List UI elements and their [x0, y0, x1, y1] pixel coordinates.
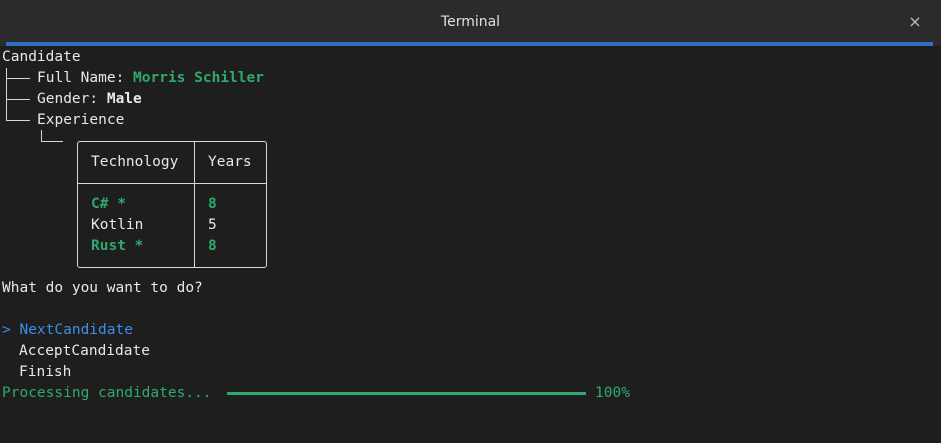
full-name-value: Morris Schiller	[133, 70, 264, 86]
terminal-content: Candidate Full Name: Morris Schiller Gen…	[0, 46, 941, 443]
menu-option-accept-candidate[interactable]: AcceptCandidate	[19, 341, 150, 362]
window-title: Terminal	[440, 14, 501, 30]
table-header-years: Years	[208, 154, 252, 170]
progress-bar	[227, 392, 586, 395]
tree-connector	[41, 141, 63, 142]
tree-root: Candidate	[2, 49, 81, 65]
table-column-divider	[194, 142, 195, 267]
prompt-question: What do you want to do?	[2, 280, 203, 296]
table-cell-technology: C# *	[91, 196, 126, 212]
table-header-technology: Technology	[91, 154, 179, 170]
gender-value: Male	[106, 91, 142, 107]
selection-cursor: >	[2, 322, 11, 338]
table-cell-years: 8	[208, 196, 217, 212]
menu-option-finish[interactable]: Finish	[19, 362, 71, 383]
full-name-label: Full Name:	[37, 70, 134, 86]
progress-bar-fill	[227, 392, 586, 395]
tree-connector	[6, 78, 30, 79]
tree-connector	[6, 99, 30, 100]
table-cell-technology: Kotlin	[91, 217, 144, 233]
experience-label: Experience	[37, 112, 125, 128]
title-bar: Terminal ×	[0, 0, 941, 46]
progress-label: Processing candidates...	[2, 385, 212, 401]
table-cell-technology: Rust *	[91, 238, 144, 254]
menu-option-next-candidate[interactable]: > NextCandidate	[2, 320, 133, 341]
close-icon[interactable]: ×	[907, 12, 923, 32]
tree-connector	[6, 120, 30, 121]
table-cell-years: 5	[208, 217, 217, 233]
menu-option-label: NextCandidate	[19, 322, 133, 338]
tree-connector	[6, 68, 7, 121]
terminal-window: Terminal × Candidate Full Name: Morris S…	[0, 0, 941, 443]
table-cell-years: 8	[208, 238, 217, 254]
progress-percent: 100%	[595, 385, 630, 401]
gender-row: Gender: Male	[37, 89, 142, 110]
experience-table: Technology Years C# * 8 Kotlin 5 Rust * …	[77, 141, 267, 268]
gender-label: Gender:	[37, 91, 107, 107]
table-header-divider	[78, 183, 266, 184]
tree-connector	[41, 130, 42, 141]
full-name-row: Full Name: Morris Schiller	[37, 68, 264, 89]
